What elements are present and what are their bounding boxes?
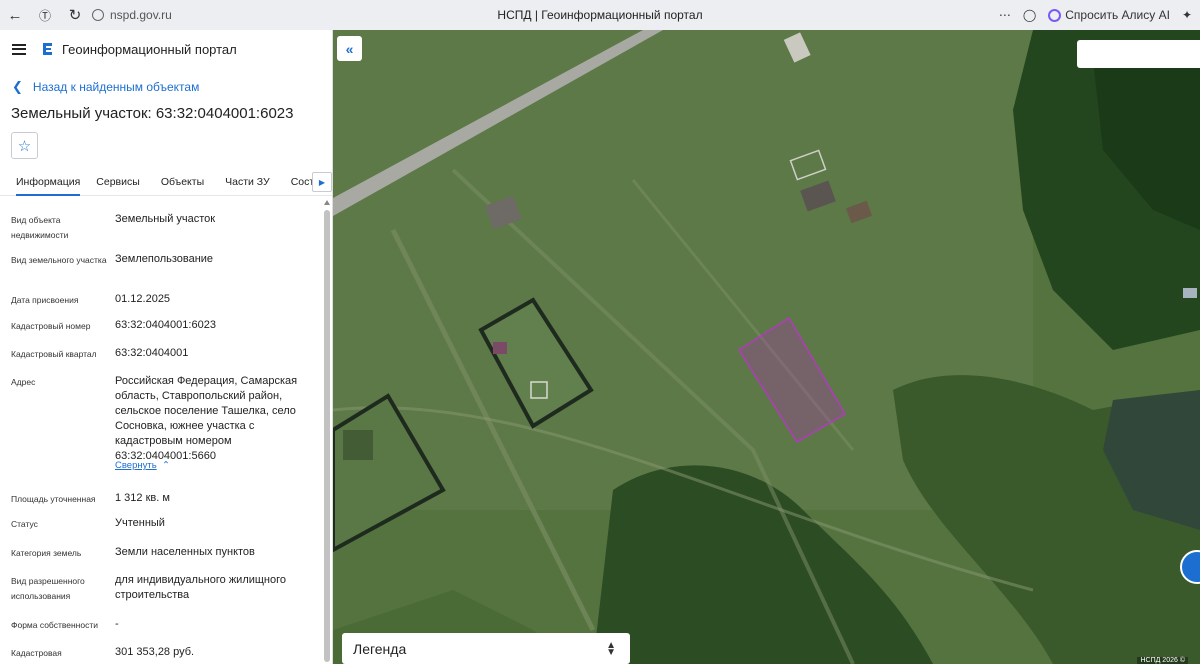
star-icon: ☆ (17, 137, 32, 155)
property-label: Дата присвоения (11, 295, 79, 305)
chevron-up-icon: ⌃ (159, 460, 170, 471)
property-value: - (115, 618, 119, 630)
property-label: Площадь уточненная (11, 494, 96, 504)
property-label: Вид разрешенного использования (11, 576, 85, 601)
property-value: 63:32:0404001 (115, 347, 189, 359)
reload-icon[interactable]: ↻ (60, 0, 90, 30)
site-info-icon[interactable] (92, 9, 104, 21)
scroll-thumb[interactable] (324, 210, 330, 662)
property-value: 63:32:0404001:6023 (115, 319, 216, 331)
yandex-icon[interactable]: Ⓣ (30, 0, 60, 30)
property-label: Кадастровый номер (11, 321, 91, 331)
more-icon[interactable]: ⋯ (999, 8, 1011, 22)
satellite-imagery (333, 30, 1200, 664)
caret-right-icon: ▶ (318, 177, 326, 187)
collapse-address-link[interactable]: Свернуть ⌃ (115, 460, 170, 471)
property-value: Земли населенных пунктов (115, 546, 255, 558)
address-bar[interactable]: nspd.gov.ru (92, 4, 192, 26)
alice-icon (1048, 8, 1062, 22)
property-label: Адрес (11, 377, 36, 387)
tabs-scroll-right-button[interactable]: ▶ (312, 172, 332, 192)
scroll-up-icon[interactable] (324, 200, 330, 205)
tab-parts[interactable]: Части ЗУ (225, 169, 270, 196)
property-label: Категория земель (11, 548, 82, 558)
back-arrow-icon[interactable]: ← (0, 0, 30, 30)
portal-logo-icon (43, 43, 52, 55)
tab-objects[interactable]: Объекты (161, 169, 204, 196)
tab-services[interactable]: Сервисы (96, 169, 140, 196)
property-value: Землепользование (115, 253, 214, 265)
map-copyright: НСПД 2026 © (1137, 657, 1188, 664)
collapse-panel-button[interactable]: « (337, 36, 362, 61)
property-value: 301 353,28 руб. (115, 646, 195, 658)
object-title: Земельный участок: 63:32:0404001:6023 (11, 105, 294, 122)
app-name: Геоинформационный портал (62, 41, 237, 57)
browser-toolbar: ← Ⓣ ↻ nspd.gov.ru НСПД | Геоинформационн… (0, 0, 1200, 30)
alice-label: Спросить Алису AI (1065, 8, 1170, 22)
back-to-results-link[interactable]: ❮ Назад к найденным объектам (12, 79, 199, 95)
property-value: Российская Федерация, Самарская область,… (115, 375, 298, 462)
app-header: Геоинформационный портал (0, 30, 332, 68)
property-label: Вид земельного участка (11, 255, 107, 265)
property-value: Земельный участок (115, 213, 216, 225)
satellite-map[interactable]: « Легенда ▲ ▼ НСПД 2026 © (333, 30, 1200, 664)
chevron-left-icon: ❮ (12, 79, 23, 94)
property-value: 01.12.2025 (115, 293, 171, 305)
alice-button[interactable]: Спросить Алису AI (1048, 8, 1170, 22)
tab-information[interactable]: Информация (16, 169, 81, 196)
double-chevron-left-icon: « (345, 40, 354, 57)
property-label: Вид объекта недвижимости (11, 215, 69, 240)
property-value: 1 312 кв. м (115, 492, 170, 504)
object-info-panel: Геоинформационный портал ❮ Назад к найде… (0, 30, 333, 664)
menu-icon[interactable] (12, 43, 26, 55)
url-text: nspd.gov.ru (110, 8, 172, 22)
legend-label: Легенда (353, 640, 407, 657)
favorite-button[interactable]: ☆ (11, 132, 38, 159)
collapse-label: Свернуть (115, 460, 157, 471)
property-label: Форма собственности (11, 620, 98, 630)
property-value: для индивидуального жилищного строительс… (115, 574, 287, 601)
property-label: Статус (11, 519, 38, 529)
property-label: Кадастровая (11, 648, 62, 658)
sidebar-scrollbar[interactable] (324, 200, 330, 664)
bookmark-icon[interactable]: ◯ (1023, 8, 1036, 22)
map-search-box[interactable] (1077, 40, 1200, 68)
property-label: Кадастровый квартал (11, 349, 97, 359)
property-value: Учтенный (115, 517, 165, 529)
extension-icon[interactable]: ✦ (1182, 8, 1192, 22)
tabs-bar: Информация Сервисы Объекты Части ЗУ Сост… (0, 169, 332, 196)
chevron-updown-icon: ▲ ▼ (606, 639, 616, 658)
legend-dropdown[interactable]: Легенда ▲ ▼ (342, 633, 630, 664)
back-link-label: Назад к найденным объектам (32, 80, 200, 94)
